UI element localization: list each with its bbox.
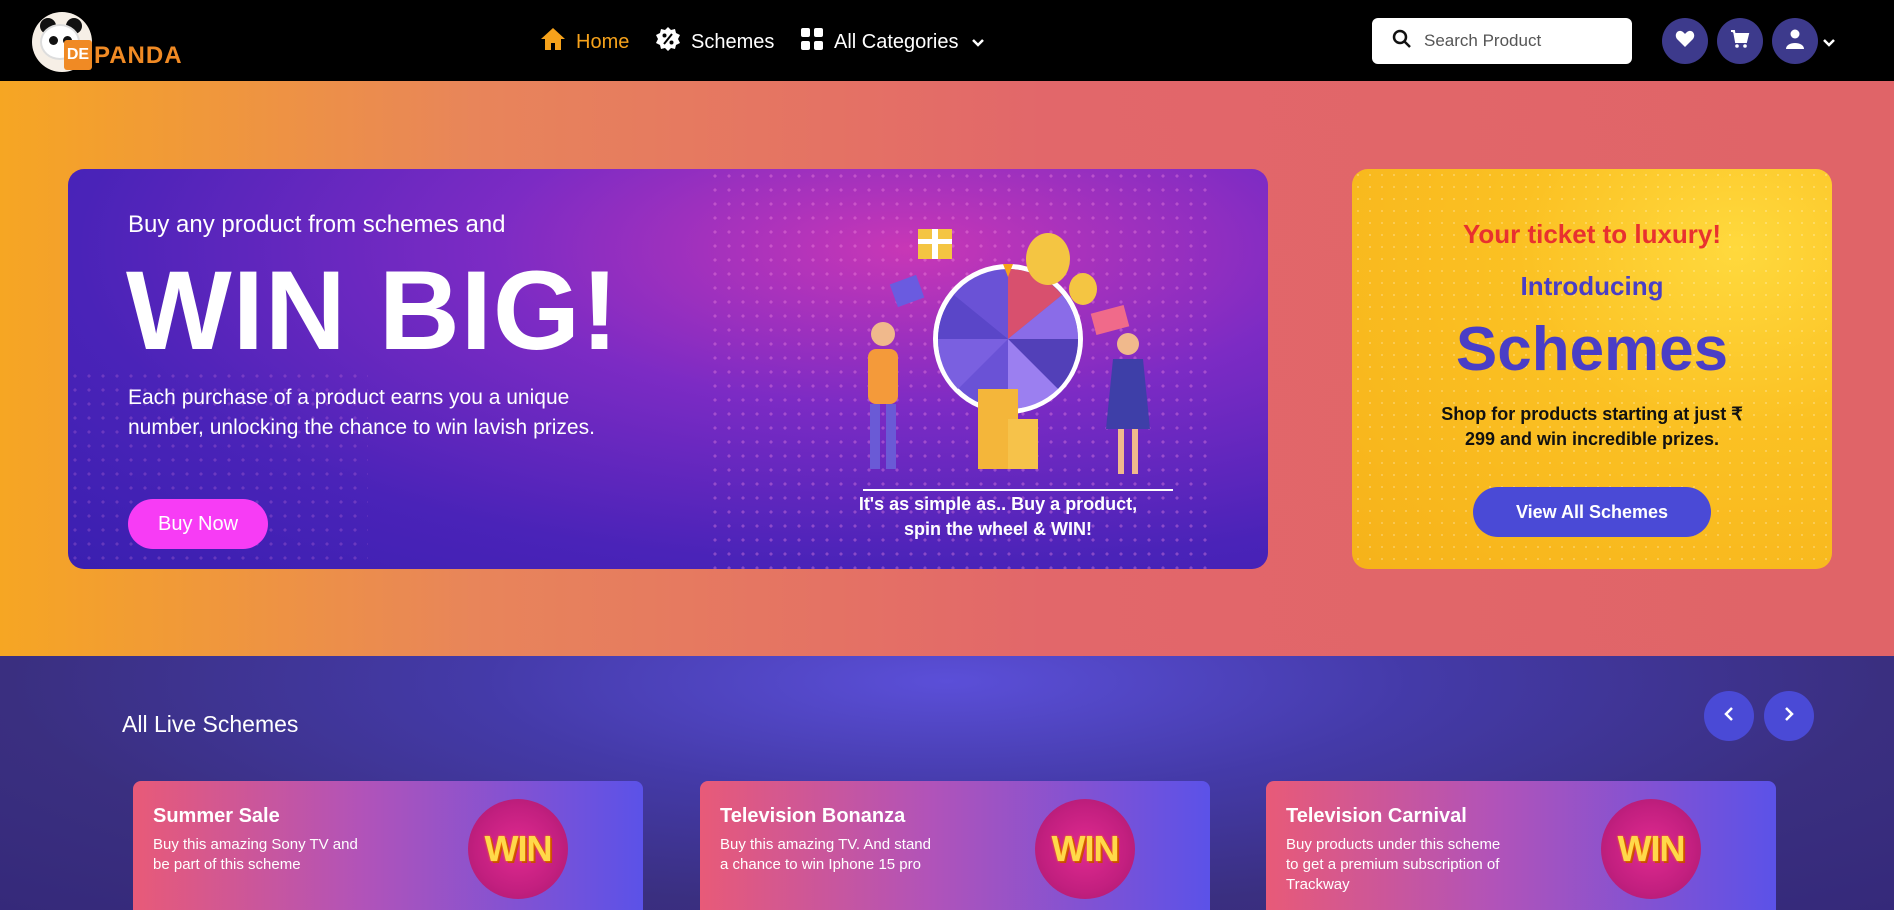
win-big-banner: Buy any product from schemes and WIN BIG… (68, 169, 1268, 569)
buy-now-button[interactable]: Buy Now (128, 499, 268, 549)
grid-icon (800, 27, 824, 57)
caption-divider (863, 489, 1173, 491)
logo-text: PANDA (94, 42, 183, 69)
chevron-right-icon (1783, 706, 1795, 727)
card-title: Schemes (1455, 315, 1729, 384)
banner-headline: WIN BIG! (126, 248, 620, 373)
account-chevron-icon[interactable] (1822, 35, 1836, 53)
nav-all-categories-label: All Categories (834, 30, 959, 53)
logo-bag-text: DE (64, 40, 92, 70)
search-input[interactable] (1424, 31, 1624, 51)
view-all-schemes-button[interactable]: View All Schemes (1473, 487, 1711, 537)
banner-subtitle: Buy any product from schemes and (128, 211, 506, 238)
banner-description: Each purchase of a product earns you a u… (128, 386, 595, 439)
nav-schemes[interactable]: Schemes (655, 24, 774, 60)
carousel-next-button[interactable] (1764, 691, 1814, 741)
card-tagline: Your ticket to luxury! (1462, 219, 1722, 249)
top-navbar: DE PANDA Home Schemes All Categories (0, 0, 1894, 81)
search-box[interactable] (1372, 18, 1632, 64)
percent-badge-icon (655, 26, 681, 58)
scheme-description: Buy this amazing TV. And stand a chance … (720, 836, 931, 873)
win-badge-icon: WIN (1601, 799, 1701, 899)
section-title: All Live Schemes (122, 711, 299, 737)
nav-all-categories[interactable]: All Categories (800, 24, 985, 60)
scheme-name: Television Bonanza (720, 805, 906, 827)
scheme-card[interactable]: Television Bonanza Buy this amazing TV. … (700, 781, 1210, 910)
chevron-left-icon (1723, 706, 1735, 727)
spin-wheel-illustration-icon (868, 229, 1150, 474)
scheme-description: Buy products under this scheme to get a … (1286, 836, 1501, 893)
win-badge-icon: WIN (1035, 799, 1135, 899)
cart-icon (1730, 29, 1750, 54)
account-button[interactable] (1772, 18, 1818, 64)
card-description: Shop for products starting at just ₹ 299… (1441, 404, 1743, 449)
heart-icon (1675, 30, 1695, 53)
logo[interactable]: DE PANDA (32, 10, 192, 72)
search-icon (1392, 29, 1412, 54)
carousel-prev-button[interactable] (1704, 691, 1754, 741)
nav-schemes-label: Schemes (691, 30, 775, 53)
scheme-card[interactable]: Summer Sale Buy this amazing Sony TV and… (133, 781, 643, 910)
hero-section: Buy any product from schemes and WIN BIG… (0, 81, 1894, 656)
nav-home-label: Home (576, 30, 630, 53)
live-schemes-section: All Live Schemes Summer Sale Buy this am… (0, 656, 1894, 910)
nav-home[interactable]: Home (540, 24, 629, 60)
schemes-promo-card: Your ticket to luxury! Introducing Schem… (1352, 169, 1832, 569)
scheme-name: Television Carnival (1286, 805, 1467, 827)
scheme-description: Buy this amazing Sony TV and be part of … (153, 836, 358, 873)
chevron-down-icon (971, 31, 985, 54)
home-icon (540, 27, 566, 57)
wishlist-button[interactable] (1662, 18, 1708, 64)
banner-caption: It's as simple as.. Buy a product, spin … (858, 494, 1138, 539)
user-icon (1786, 29, 1804, 54)
scheme-card[interactable]: Television Carnival Buy products under t… (1266, 781, 1776, 910)
win-badge-icon: WIN (468, 799, 568, 899)
scheme-name: Summer Sale (153, 805, 280, 827)
cart-button[interactable] (1717, 18, 1763, 64)
card-intro: Introducing (1520, 271, 1664, 301)
